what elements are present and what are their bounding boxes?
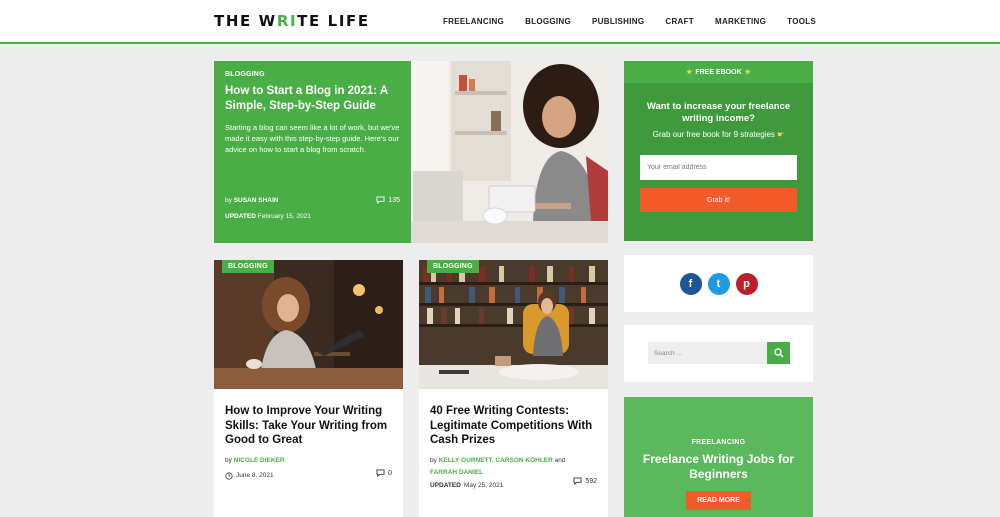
facebook-icon[interactable]: f [679, 272, 702, 295]
featured-image[interactable] [411, 61, 608, 243]
post-byline: by KELLY GURNETT, CARSON KOHLER and FARR… [430, 456, 566, 476]
comment-icon [573, 477, 582, 485]
post-author[interactable]: CARSON KOHLER [495, 457, 552, 464]
promo-card[interactable]: FREELANCING Freelance Writing Jobs for B… [624, 397, 813, 517]
post-author[interactable]: FARRAH DANIEL [430, 469, 483, 476]
post-category-badge[interactable]: BLOGGING [222, 260, 274, 273]
nav-publishing[interactable]: PUBLISHING [592, 17, 644, 26]
post-comment-count: 592 [585, 477, 597, 485]
nav-tools[interactable]: TOOLS [787, 17, 816, 26]
post-category-badge[interactable]: BLOGGING [427, 260, 479, 273]
woman-library-photo [419, 260, 608, 389]
featured-updated: UPDATED February 15, 2021 [225, 213, 311, 220]
star-icon: ★ [744, 69, 751, 76]
search-widget [624, 325, 813, 382]
featured-comments[interactable]: 135 [376, 196, 400, 204]
post-card[interactable]: BLOGGING How to Improve Your Writing Ski… [214, 260, 403, 517]
ebook-signup: ★ FREE EBOOK ★ Want to increase your fre… [624, 61, 813, 241]
post-updated: UPDATED May 25, 2021 [430, 481, 504, 489]
post-byline: by NICOLE DIEKER [225, 456, 285, 464]
featured-post[interactable]: BLOGGING How to Start a Blog in 2021: A … [214, 61, 608, 243]
post-title[interactable]: How to Improve Your Writing Skills: Take… [225, 404, 392, 448]
featured-title[interactable]: How to Start a Blog in 2021: A Simple, S… [225, 84, 400, 114]
featured-byline: by SUSAN SHAIN [225, 197, 279, 204]
post-date: June 8, 2021 [225, 471, 392, 480]
search-input[interactable] [648, 342, 767, 364]
post-image[interactable]: BLOGGING [214, 260, 403, 389]
post-image[interactable]: BLOGGING [419, 260, 608, 389]
social-links: f t p [624, 255, 813, 312]
featured-excerpt: Starting a blog can seem like a lot of w… [225, 123, 400, 154]
clock-icon [225, 471, 233, 480]
site-header: THE WRITE LIFE FREELANCING BLOGGING PUBL… [0, 0, 1000, 44]
twitter-icon[interactable]: t [707, 272, 730, 295]
nav-craft[interactable]: CRAFT [665, 17, 694, 26]
post-comments[interactable]: 0 [376, 469, 392, 477]
grab-it-button[interactable]: Grab it! [640, 188, 797, 212]
post-comments[interactable]: 592 [573, 477, 597, 485]
featured-category[interactable]: BLOGGING [225, 71, 400, 78]
ebook-header: ★ FREE EBOOK ★ [624, 61, 813, 83]
search-button[interactable] [767, 342, 790, 364]
read-more-button[interactable]: READ MORE [686, 491, 751, 510]
post-title[interactable]: 40 Free Writing Contests: Legitimate Com… [430, 404, 597, 448]
post-body: 40 Free Writing Contests: Legitimate Com… [419, 389, 608, 517]
post-card[interactable]: BLOGGING 40 Free Writing Contests: Legit… [419, 260, 608, 517]
nav-blogging[interactable]: BLOGGING [525, 17, 571, 26]
pointing-hand-icon: ☛ [777, 130, 785, 139]
post-body: How to Improve Your Writing Skills: Take… [214, 389, 403, 517]
post-author[interactable]: KELLY GURNETT [439, 457, 492, 464]
email-input[interactable] [640, 155, 797, 180]
comment-icon [376, 196, 385, 204]
site-logo[interactable]: THE WRITE LIFE [214, 12, 370, 30]
comment-icon [376, 469, 385, 477]
promo-title[interactable]: Freelance Writing Jobs for Beginners [632, 452, 805, 482]
featured-author[interactable]: SUSAN SHAIN [234, 197, 279, 204]
featured-comment-count: 135 [388, 196, 400, 204]
ebook-subtitle: Grab our free book for 9 strategies ☛ [652, 130, 785, 139]
post-author[interactable]: NICOLE DIEKER [234, 457, 285, 464]
woman-cafe-photo [214, 260, 403, 389]
star-icon: ★ [686, 69, 693, 76]
nav-freelancing[interactable]: FREELANCING [443, 17, 504, 26]
search-icon [773, 348, 783, 358]
woman-at-laptop-photo [411, 61, 608, 243]
ebook-title: Want to increase your freelance writing … [646, 101, 791, 124]
promo-category[interactable]: FREELANCING [624, 439, 813, 446]
post-comment-count: 0 [388, 469, 392, 477]
pinterest-icon[interactable]: p [735, 272, 758, 295]
featured-text-panel: BLOGGING How to Start a Blog in 2021: A … [214, 61, 411, 243]
nav-marketing[interactable]: MARKETING [715, 17, 766, 26]
main-nav: FREELANCING BLOGGING PUBLISHING CRAFT MA… [443, 17, 816, 26]
